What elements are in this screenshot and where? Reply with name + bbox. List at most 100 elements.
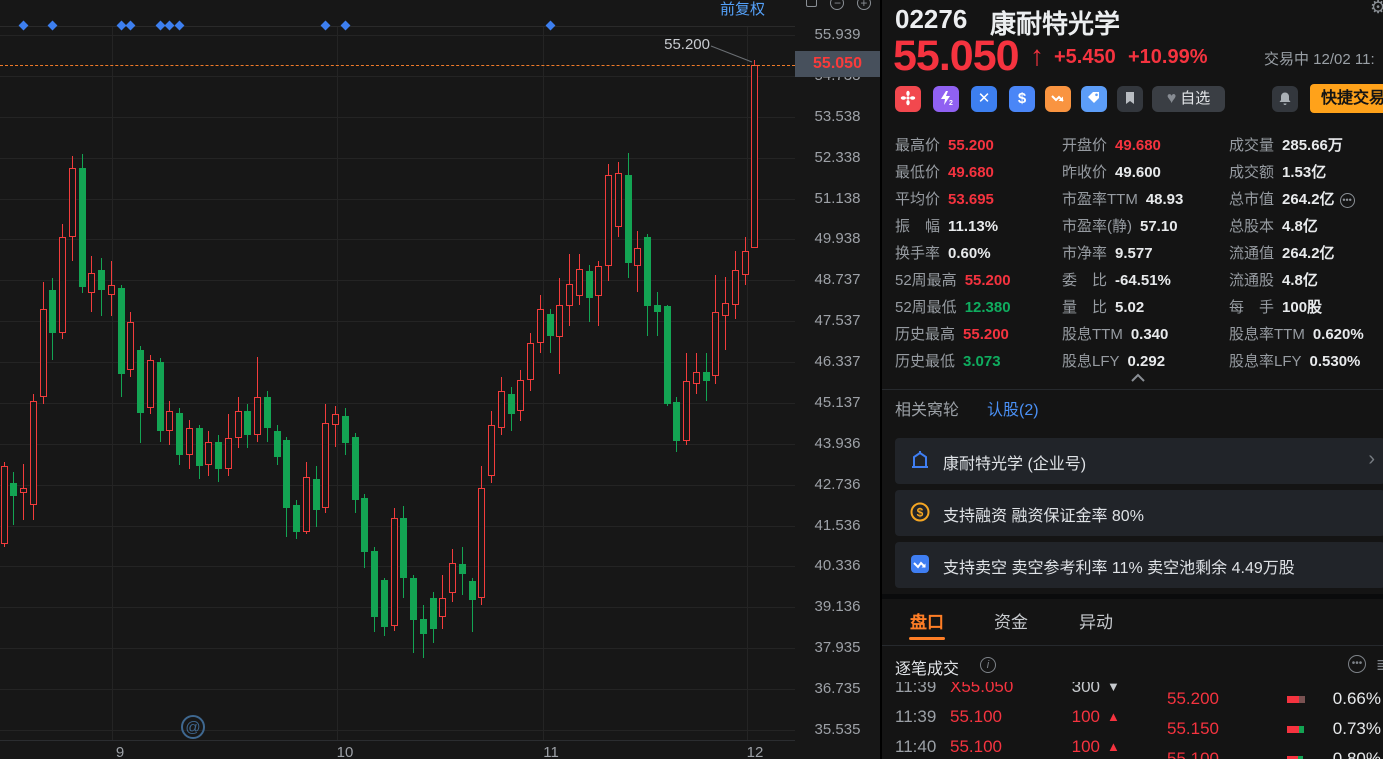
stat-label: 市盈率TTM [1062,191,1138,208]
margin-finance-card[interactable]: $ 支持融资 融资保证金率 80% [895,490,1383,536]
stat-value: 4.8亿 [1282,272,1318,289]
candle-body [488,424,495,476]
add-watchlist-button[interactable]: ♥ 自选 [1152,86,1225,112]
heart-icon: ♥ [1166,90,1177,107]
more-options-icon[interactable]: ••• [1348,655,1366,673]
event-diamond-marker[interactable] [18,20,29,31]
candle-body [663,306,671,404]
candle-body [556,305,564,337]
trade-row: 11:39 X55.050 300 ▼ [895,682,1152,702]
trade-time: 11:39 [895,707,937,726]
quick-trade-button[interactable]: 快捷交易 [1310,84,1383,113]
y-axis-tick: 36.735 [814,680,861,697]
stat-row: 52周最低 12.380 量 比 5.02 每 手 100股 [895,294,1383,321]
stat-row: 振 幅 11.13% 市盈率(静) 57.10 总股本 4.8亿 [895,213,1383,240]
candle-body [624,175,632,263]
h-gridline [0,158,795,159]
stat-cell: 最高价 55.200 [895,132,994,159]
stock-detail-window: 55.200 @ 9101112 55.93954.73853.53852.33… [0,0,1383,759]
candle-body [263,397,271,429]
company-profile-card[interactable]: 康耐特光学 (企业号) › [895,438,1383,484]
short-support-icon [910,554,930,579]
h-gridline [0,607,795,608]
kline-chart-area[interactable]: 55.200 @ 9 10 11 12 [0,0,795,759]
stat-cell: 量 比 5.02 [1062,294,1144,321]
short-support-text: 支持卖空 卖空参考利率 11% 卖空池剩余 4.49万股 [943,560,1295,577]
currency-dollar-icon: $ [1009,86,1035,112]
quote-stats-grid: 最高价 55.200 开盘价 49.680 成交量 285.66万 最低价 49.680 昨收价… [895,132,1383,375]
candle-body [146,359,154,408]
candle-body [410,577,417,621]
candle-body [224,438,232,469]
candle-body [302,477,310,532]
y-axis-tick: 43.936 [814,435,861,452]
stat-row: 平均价 53.695 市盈率TTM 48.93 总市值 264.2亿 ••• [895,186,1383,213]
tab-capital-flow[interactable]: 资金 [994,608,1028,633]
zoom-in-icon[interactable]: + [853,0,875,12]
stat-cell: 股息率LFY 0.530% [1229,348,1360,375]
candle-body [429,598,437,629]
event-diamond-marker[interactable] [125,20,136,31]
stat-cell: 总股本 4.8亿 [1229,213,1318,240]
info-icon[interactable]: i [980,657,996,673]
stat-cell: 市盈率(静) 57.10 [1062,213,1178,240]
market-cap-more-icon[interactable]: ••• [1339,193,1355,208]
stat-label: 振 幅 [895,218,941,235]
stat-row: 最低价 49.680 昨收价 49.600 成交额 1.53亿 [895,159,1383,186]
candle-body [312,479,320,510]
candle-body [176,412,183,456]
annotation-pointer-line [710,45,753,63]
restore-view-icon[interactable] [800,0,822,12]
alert-bell-button[interactable] [1272,86,1298,112]
stat-label: 股息率LFY [1229,353,1302,370]
event-diamond-marker[interactable] [320,20,331,31]
candle-body [361,497,369,553]
stat-cell: 流通股 4.8亿 [1229,267,1318,294]
event-diamond-marker[interactable] [340,20,351,31]
trade-row: 11:40 55.100 100 ▲ [895,732,1152,759]
high-price-annotation: 55.200 [664,36,710,53]
stat-label: 换手率 [895,245,941,262]
candle-body [341,416,349,444]
event-diamond-marker[interactable] [155,20,165,31]
event-diamond-marker[interactable] [116,20,126,31]
adjust-mode-selector[interactable]: 前复权 [720,0,765,19]
h-gridline [0,485,795,486]
stat-label: 委 比 [1062,272,1108,289]
kline-chart-panel: 55.200 @ 9101112 55.93954.73853.53852.33… [0,0,880,759]
y-axis-tick: 37.935 [814,639,861,656]
trade-volume: 300 [1071,682,1100,696]
v-gridline [337,26,338,740]
chevron-right-icon: › [1368,448,1375,470]
stat-value: 9.577 [1115,245,1153,262]
candle-body [137,349,144,413]
candle-body [371,550,378,617]
stat-value: 55.200 [963,326,1009,343]
collapse-stats-chevron-icon[interactable] [1130,370,1146,388]
switch-view-icon[interactable]: ≣ [1376,655,1383,675]
svg-text:2: 2 [949,100,953,106]
margin-finance-icon: $ [910,502,930,527]
short-support-card[interactable]: 支持卖空 卖空参考利率 11% 卖空池剩余 4.49万股 [895,542,1383,588]
candle-body [497,390,505,429]
candle-body [536,308,544,343]
event-diamond-marker[interactable] [164,20,175,31]
tab-order-book[interactable]: 盘口 [910,608,944,633]
gear-icon[interactable]: ⚙ [1370,0,1383,18]
event-diamond-marker[interactable] [47,20,58,31]
note-icon[interactable] [1117,86,1143,112]
price-up-arrow-icon: ↑ [1030,40,1044,71]
stat-label: 量 比 [1062,299,1108,316]
candle-body [107,285,115,296]
price-volume-row: 55.150 0.73% [1162,714,1383,744]
candle-body [205,441,213,466]
event-diamond-marker[interactable] [545,20,555,31]
stat-label: 总市值 [1229,191,1275,208]
last-price: 55.050 [893,32,1020,80]
trade-direction-icon: ▼ [1107,682,1120,694]
event-diamond-marker[interactable] [174,20,185,31]
tab-anomalies[interactable]: 异动 [1079,608,1113,633]
related-warrants-link[interactable]: 认股(2) [987,396,1039,420]
zoom-out-icon[interactable]: − [826,0,848,12]
volume-ratio-bar [1287,726,1304,733]
